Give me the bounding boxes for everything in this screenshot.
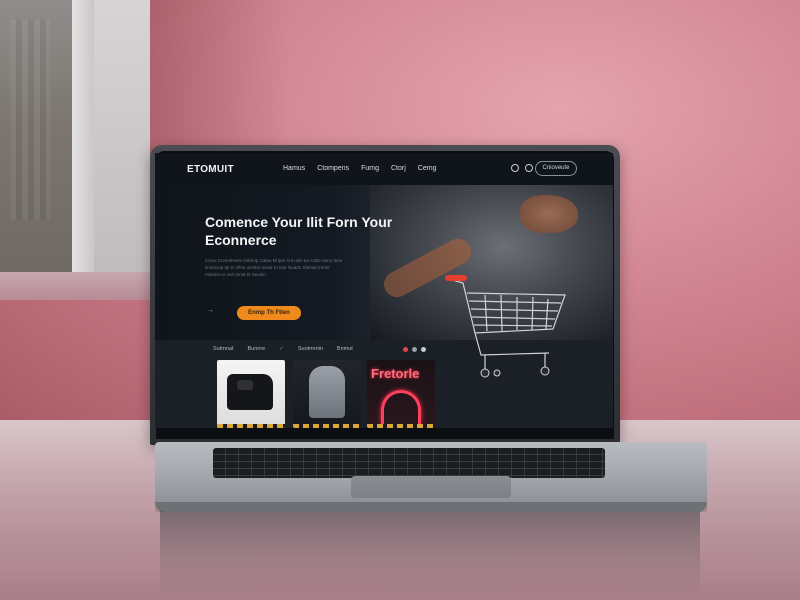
shopping-cart-icon [445,275,566,378]
account-icon[interactable] [525,164,533,172]
nav-link-2[interactable]: Ctompens [317,165,349,172]
hero-title: Comence Your Ilit Forn Your Econnerce [205,214,393,248]
boot-image [227,374,273,410]
trackpad [351,476,511,498]
card-strip [367,424,435,428]
nav-cta-button[interactable]: Cnioveute [535,161,577,176]
search-icon[interactable] [511,164,519,172]
product-tab-1[interactable]: Sutmnat [213,346,233,352]
card-strip [293,424,361,428]
laptop-screen: ETOMUIT Hamus Ctompens Fumg Ctorj Cemg C… [155,153,613,428]
product-tab-2[interactable]: Bunnre [247,346,265,352]
neon-ring-image [381,390,421,424]
nav-icons [511,164,533,172]
window-mullion [72,0,94,290]
laptop-base-lip [155,502,707,512]
product-tab-3[interactable]: Suotmrnin [298,346,323,352]
filter-dot-red-icon[interactable] [403,347,408,352]
window-glass [0,0,72,272]
nav-link-3[interactable]: Fumg [361,165,379,172]
nav-links: Hamus Ctompens Fumg Ctorj Cemg [283,165,436,172]
filter-dot-light-icon[interactable] [421,347,426,352]
window-sill [0,272,150,300]
filter-dots [403,347,426,352]
check-icon: ✓ [279,346,284,352]
keyboard [213,448,605,478]
hero-description: Cisou Cnnmtnnets tmtmrip Catuo Bl ipnr n… [205,258,343,277]
arrow-icon[interactable]: → [207,307,214,314]
nav-link-1[interactable]: Hamus [283,165,305,172]
nav-link-5[interactable]: Cemg [418,165,437,172]
card-strip [217,424,285,428]
product-card-featured[interactable]: Fretorle [367,360,435,428]
laptop-base [155,442,707,512]
product-card-boots[interactable] [217,360,285,428]
cart-handle [445,275,467,281]
window-frame [0,0,150,300]
product-tabs: Sutmnat Bunnre ✓ Suotmrnin Bnmut [213,346,353,352]
hero-photo-hand [520,195,578,233]
product-card-hoodie[interactable] [293,360,361,428]
hoodie-image [309,366,345,418]
filter-dot-grey-icon[interactable] [412,347,417,352]
product-tab-4[interactable]: Bnmut [337,346,353,352]
site-navbar: ETOMUIT Hamus Ctompens Fumg Ctorj Cemg C… [155,153,613,185]
featured-neon-text: Fretorle [371,366,420,381]
hero-cta-button[interactable]: Enmp Th Ftlen [237,306,301,320]
nav-link-4[interactable]: Ctorj [391,165,406,172]
laptop-reflection [160,505,700,600]
site-logo[interactable]: ETOMUIT [187,164,234,175]
